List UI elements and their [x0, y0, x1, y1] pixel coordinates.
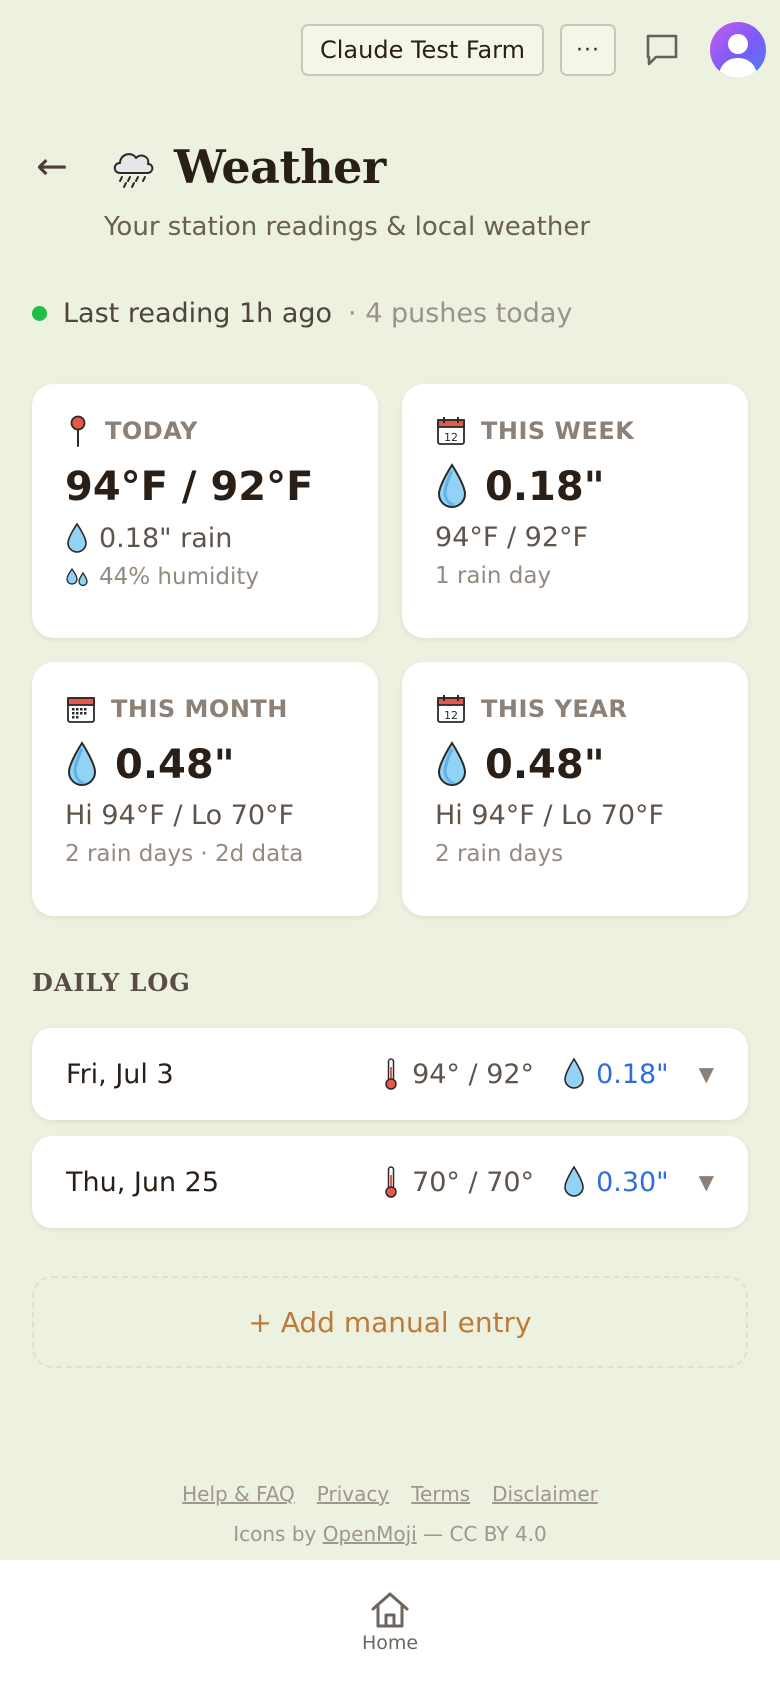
svg-text:12: 12 — [444, 431, 458, 444]
last-reading: Last reading 1h ago — [63, 298, 333, 329]
daily-log-title: DAILY LOG — [32, 968, 191, 997]
card-rain-days: 1 rain day — [435, 563, 552, 589]
status-dot — [32, 306, 47, 321]
card-this-week[interactable]: 12 THIS WEEK 0.18" 94°F / 92°F 1 rain da… — [402, 384, 748, 638]
disclaimer-link[interactable]: Disclaimer — [492, 1482, 598, 1506]
card-value: 0.48" — [485, 742, 605, 788]
chevron-down-icon[interactable]: ▼ — [699, 1062, 714, 1086]
droplet-icon — [67, 741, 97, 786]
card-temps: 94°F / 92°F — [435, 522, 589, 553]
credit-prefix: Icons by — [233, 1522, 323, 1546]
svg-text:12: 12 — [444, 709, 458, 722]
bottom-nav: Home — [0, 1560, 780, 1688]
page-title: Weather — [174, 140, 386, 194]
title-row: Weather — [110, 140, 386, 194]
thermometer-icon — [385, 1058, 397, 1090]
card-label: THIS WEEK — [481, 417, 635, 445]
log-temps: 94° / 92° — [412, 1058, 535, 1090]
terms-link[interactable]: Terms — [411, 1482, 470, 1506]
card-this-year[interactable]: 12 THIS YEAR 0.48" Hi 94°F / Lo 70°F 2 r… — [402, 662, 748, 916]
log-rain: 0.18" — [596, 1058, 669, 1090]
log-temps: 70° / 70° — [412, 1166, 535, 1198]
droplet-icon — [564, 1057, 584, 1089]
avatar-icon — [718, 34, 758, 78]
log-date: Fri, Jul 3 — [66, 1058, 174, 1090]
rain-cloud-icon — [113, 153, 154, 188]
card-rain-days: 2 rain days · 2d data — [65, 841, 304, 867]
pushpin-icon — [70, 415, 86, 447]
card-temps: Hi 94°F / Lo 70°F — [65, 800, 295, 831]
log-rain: 0.30" — [596, 1166, 669, 1198]
calendar-icon: 12 — [437, 695, 465, 723]
log-date: Thu, Jun 25 — [66, 1166, 220, 1198]
card-label: THIS YEAR — [481, 695, 628, 723]
card-label: TODAY — [105, 417, 198, 445]
card-rain-days: 2 rain days — [435, 841, 564, 867]
avatar[interactable] — [710, 22, 766, 78]
nav-home[interactable]: Home — [362, 1590, 418, 1688]
card-label: THIS MONTH — [111, 695, 288, 723]
chevron-down-icon[interactable]: ▼ — [699, 1170, 714, 1194]
card-value: 94°F / 92°F — [65, 464, 314, 510]
card-today[interactable]: TODAY 94°F / 92°F 0.18" rain 44% humidit… — [32, 384, 378, 638]
help-faq-link[interactable]: Help & FAQ — [182, 1482, 295, 1506]
droplet-icon — [437, 463, 467, 508]
calendar-icon: 12 — [437, 417, 465, 445]
back-button[interactable]: ← — [36, 144, 68, 188]
calendar-icon — [67, 697, 95, 723]
add-manual-entry-button[interactable]: + Add manual entry — [32, 1276, 748, 1368]
openmoji-link[interactable]: OpenMoji — [323, 1522, 417, 1546]
page-subtitle: Your station readings & local weather — [104, 212, 591, 242]
droplet-icon — [564, 1165, 584, 1197]
reading-status: Last reading 1h ago · 4 pushes today — [32, 298, 572, 329]
card-this-month[interactable]: THIS MONTH 0.48" Hi 94°F / Lo 70°F 2 rai… — [32, 662, 378, 916]
credit-suffix: — CC BY 4.0 — [416, 1522, 547, 1546]
farm-name: Claude Test Farm — [320, 36, 525, 64]
log-row[interactable]: Fri, Jul 3 94° / 92° 0.18" ▼ — [32, 1028, 748, 1120]
chat-button[interactable] — [636, 24, 688, 76]
thermometer-icon — [385, 1166, 397, 1198]
card-humidity: 44% humidity — [99, 564, 260, 590]
privacy-link[interactable]: Privacy — [317, 1482, 389, 1506]
farm-selector-button[interactable]: Claude Test Farm — [301, 24, 544, 76]
home-icon — [371, 1592, 409, 1628]
log-row[interactable]: Thu, Jun 25 70° / 70° 0.30" ▼ — [32, 1136, 748, 1228]
card-value: 0.18" — [485, 464, 605, 510]
droplet-icon — [67, 522, 87, 553]
droplet-icon — [437, 741, 467, 786]
card-temps: Hi 94°F / Lo 70°F — [435, 800, 665, 831]
card-value: 0.48" — [115, 742, 235, 788]
humidity-icon — [66, 567, 88, 587]
card-rain: 0.18" rain — [99, 522, 233, 554]
more-button[interactable]: ··· — [560, 24, 616, 76]
more-icon: ··· — [576, 37, 600, 63]
nav-home-label: Home — [361, 1632, 419, 1654]
pushes-today: · 4 pushes today — [348, 298, 573, 329]
footer-links: Help & FAQ Privacy Terms Disclaimer — [0, 1482, 780, 1506]
chat-icon — [646, 34, 678, 66]
top-bar: Claude Test Farm ··· — [301, 22, 766, 78]
icon-credit: Icons by OpenMoji — CC BY 4.0 — [0, 1522, 780, 1546]
